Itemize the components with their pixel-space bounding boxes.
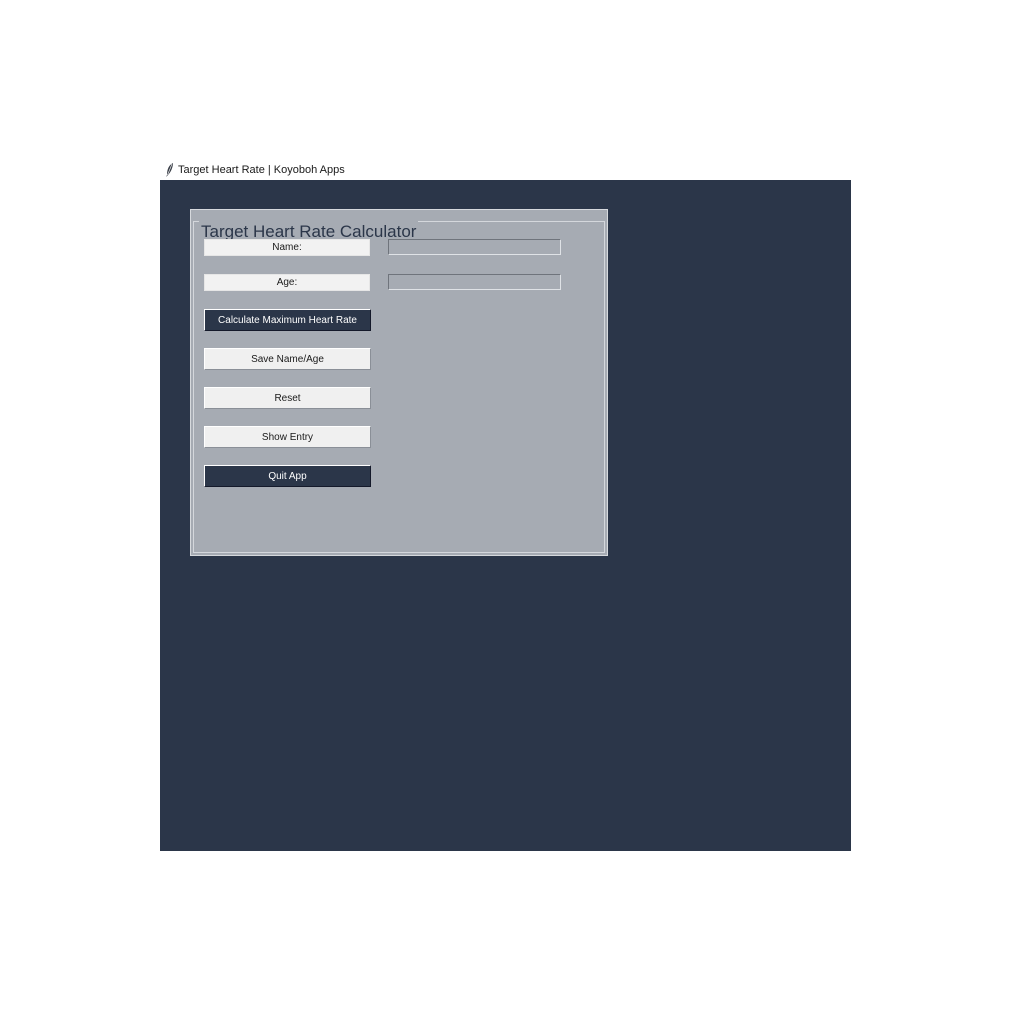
age-label: Age: [204,274,370,291]
window-titlebar[interactable]: Target Heart Rate | Koyoboh Apps [160,160,851,180]
calculator-group: Target Heart Rate Calculator Name: Age: … [193,221,605,553]
window-title: Target Heart Rate | Koyoboh Apps [178,164,345,176]
quit-app-button[interactable]: Quit App [204,465,371,487]
show-entry-button[interactable]: Show Entry [204,426,371,448]
name-label: Name: [204,239,370,256]
name-field[interactable] [388,239,561,255]
reset-button[interactable]: Reset [204,387,371,409]
save-name-age-button[interactable]: Save Name/Age [204,348,371,370]
feather-icon [163,162,177,178]
age-field[interactable] [388,274,561,290]
calculator-frame: Target Heart Rate Calculator Name: Age: … [190,209,608,556]
calculate-max-heart-rate-button[interactable]: Calculate Maximum Heart Rate [204,309,371,331]
window-client-area: Target Heart Rate Calculator Name: Age: … [160,180,851,851]
